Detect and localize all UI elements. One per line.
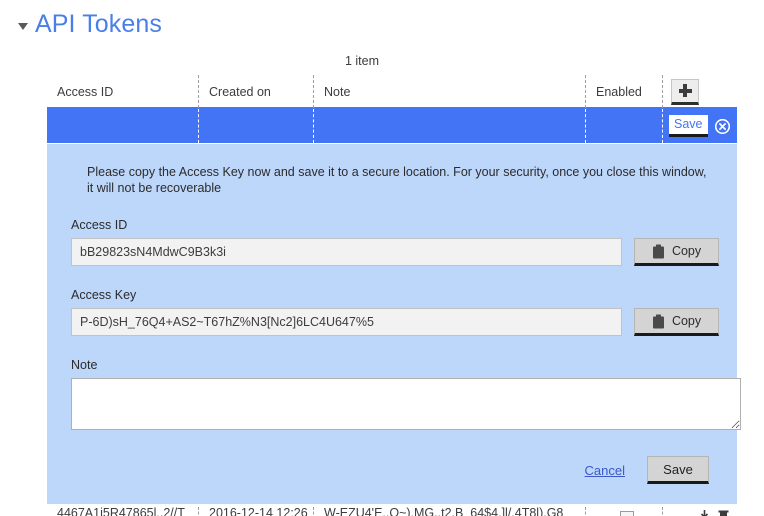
page-title-label: API Tokens: [35, 10, 163, 38]
cell-enabled: [586, 507, 663, 516]
cell-enabled: [586, 109, 663, 143]
cell-row-actions: [663, 507, 737, 516]
copy-access-key-label: Copy: [671, 314, 702, 328]
column-header-actions: [663, 75, 737, 108]
save-button[interactable]: Save: [647, 456, 709, 484]
copy-access-key-button[interactable]: Copy: [634, 308, 719, 336]
page-root: API Tokens 1 item Access ID Created on N…: [0, 0, 764, 516]
column-header-created-on[interactable]: Created on: [199, 75, 314, 108]
cell-note: [314, 109, 586, 143]
security-notice-text: Please copy the Access Key now and save …: [87, 165, 707, 195]
trash-icon[interactable]: [718, 510, 729, 516]
column-header-note[interactable]: Note: [314, 75, 586, 108]
table-header-row: Access ID Created on Note Enabled: [47, 75, 737, 109]
plus-icon: [678, 84, 692, 97]
table-row[interactable]: 4467A1i5R47865l..2//T 2016-12-14 12:26 W…: [47, 504, 737, 516]
cell-access-id: 4467A1i5R47865l..2//T: [47, 507, 199, 516]
column-header-enabled[interactable]: Enabled: [586, 75, 663, 108]
cell-note: W-EZU4'E..Q~).MG..t2.B_64$4.]l/.4T8l).G8: [314, 507, 586, 516]
access-key-label: Access Key: [71, 288, 137, 302]
cell-row-actions: Save: [663, 109, 737, 143]
tokens-table: Access ID Created on Note Enabled Save: [47, 75, 737, 143]
copy-access-id-label: Copy: [671, 244, 702, 258]
clipboard-icon: [652, 314, 664, 328]
access-key-input[interactable]: [71, 308, 623, 336]
note-label: Note: [71, 358, 98, 372]
clipboard-icon: [652, 244, 664, 258]
table-row-selected[interactable]: Save: [47, 109, 737, 143]
access-id-row: Copy: [71, 238, 719, 266]
download-icon[interactable]: [699, 510, 710, 516]
cell-access-id: [47, 109, 199, 143]
enabled-checkbox[interactable]: [620, 511, 634, 516]
close-circle-icon[interactable]: [714, 118, 730, 134]
access-key-row: Copy: [71, 308, 719, 336]
token-detail-panel: Please copy the Access Key now and save …: [47, 144, 741, 504]
column-header-access-id[interactable]: Access ID: [47, 75, 199, 108]
note-textarea[interactable]: [71, 378, 741, 430]
add-token-button[interactable]: [671, 78, 699, 105]
cell-created-on: [199, 109, 314, 143]
access-id-label: Access ID: [71, 218, 128, 232]
triangle-down-icon[interactable]: [18, 23, 28, 30]
copy-access-id-button[interactable]: Copy: [634, 238, 719, 266]
cancel-link[interactable]: Cancel: [585, 463, 625, 478]
page-title[interactable]: API Tokens: [18, 10, 162, 39]
row-save-button[interactable]: Save: [669, 115, 708, 137]
item-count-label: 1 item: [344, 54, 380, 68]
panel-actions: Cancel Save: [59, 456, 719, 484]
access-id-input[interactable]: [71, 238, 623, 266]
cell-created-on: 2016-12-14 12:26: [199, 507, 314, 516]
